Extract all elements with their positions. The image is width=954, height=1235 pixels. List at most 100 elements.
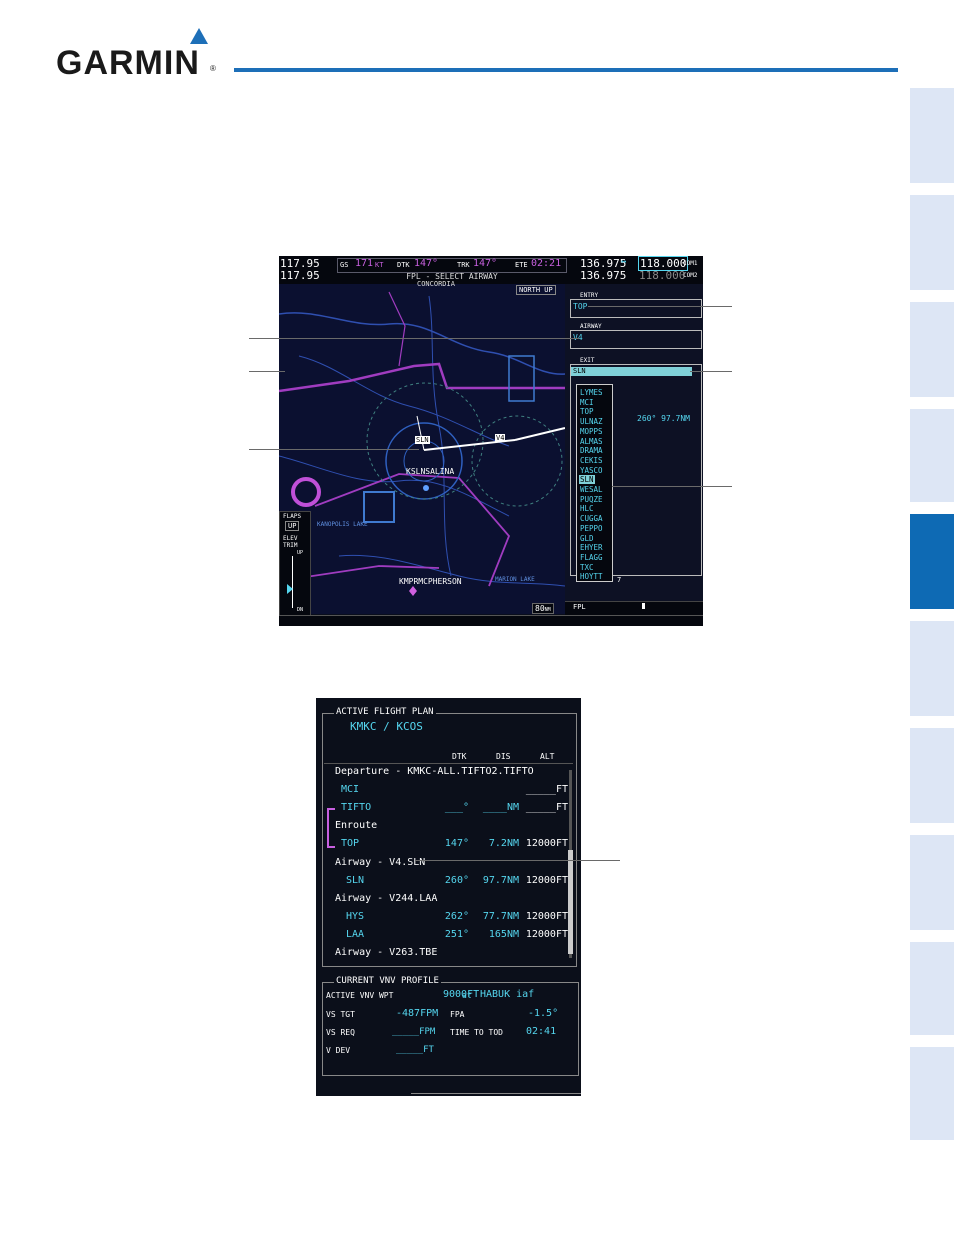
section-tab-active[interactable] [910,514,954,609]
nav1-standby: 117.95 [280,269,320,282]
fpl-waypoint-name[interactable]: MCI [341,784,359,795]
garmin-logo: GARMIN [56,44,200,82]
map-label-sln: SLN [415,436,430,444]
fpl-cell-dis: 7.2NM [488,838,519,850]
fpl-cell-dtk: ___° [444,802,469,814]
active-leg-bracket [327,808,335,848]
section-tab-10[interactable] [910,1047,954,1140]
gs-label: GS [340,261,349,269]
map-label-kanopolis: KANOPOLIS LAKE [317,521,368,528]
waypoint-list-item[interactable]: FLAGG [579,553,604,562]
callout-line-list [612,486,732,487]
waypoint-list-item[interactable]: GLD [579,534,595,543]
exit-waypoint-list[interactable]: LYMES MCI TOP ULNAZ MOPPS ALMAS DRAMA CEKIS YASC… [576,384,613,582]
waypoint-list-item[interactable]: HLC [579,504,595,513]
garmin-logo-triangle [190,28,208,44]
waypoint-list-item[interactable]: TXC [579,563,595,572]
vnv-title: CURRENT VNV PROFILE [334,976,441,986]
vdev-label: V DEV [326,1046,351,1055]
waypoint-list-item[interactable]: WESAL [579,485,604,494]
waypoint-list-item[interactable]: TOP [579,407,595,416]
entry-field-box[interactable] [570,299,702,318]
col-alt: ALT [540,752,555,761]
waypoint-list-item[interactable]: MOPPS [579,427,604,436]
gs-unit: KT [375,261,384,269]
exit-leg-info: 260° 97.7NM [637,414,690,423]
section-tab-8[interactable] [910,835,954,930]
vs-req-label: VS REQ [326,1028,355,1037]
waypoint-list-item[interactable]: PEPPO [579,524,604,533]
fpl-strip-indicator [642,603,645,609]
fpl-strip-label: FPL [573,603,586,611]
fpl-cell-dtk: 147° [444,838,469,850]
fpl-cell-alt: 12000FT [525,928,568,940]
vdev-value: _____FT [396,1045,434,1055]
map-range[interactable]: 80NM [532,603,554,614]
fpl-waypoint-name[interactable]: LAA [346,929,364,940]
fpl-scroll-thumb[interactable] [568,850,573,954]
callout-line-exit [690,371,732,372]
fpl-cell-alt: _____FT [525,784,568,796]
callout-line-entry [588,306,732,307]
waypoint-list-item[interactable]: ULNAZ [579,417,604,426]
waypoint-list-item[interactable]: YASCO [579,466,604,475]
fpa-value: -1.5° [528,1008,559,1019]
fpl-waypoint-name[interactable]: TOP [341,838,359,849]
fpl-segment-header[interactable]: Enroute [335,820,377,831]
fpl-cell-dis: 97.7NM [482,874,519,886]
vs-req-value: _____FPM [392,1027,436,1037]
fpl-cell-alt: 12000FT [525,874,568,886]
fpl-cell-dis: ____NM [482,802,519,814]
col-dtk: DTK [452,752,467,761]
swap-icon[interactable]: ↔ [621,257,626,267]
waypoint-list-item[interactable]: HOYTT [579,572,604,581]
fpl-cell-dis: 77.7NM [482,910,519,922]
fpl-segment-header[interactable]: Airway - V244.LAA [335,893,437,904]
fpl-segment-header[interactable]: Airway - V4.SLN [335,857,425,868]
exit-label: EXIT [579,357,596,364]
section-tab-7[interactable] [910,728,954,823]
gs-value: 171 [355,258,374,269]
trim-scale [292,556,293,608]
active-flight-plan-screenshot: ACTIVE FLIGHT PLAN KMKC / KCOS DTK DIS A… [316,698,581,1096]
section-tab-9[interactable] [910,942,954,1035]
elev-trim-label: ELEV TRIM [283,535,298,549]
waypoint-list-item[interactable]: DRAMA [579,446,604,455]
waypoint-list-item[interactable]: CUGGA [579,514,604,523]
waypoint-list-item[interactable]: LYMES [579,388,604,397]
fpl-cell-dis: 165NM [488,928,519,940]
header-rule [234,68,898,72]
entry-label: ENTRY [579,292,600,299]
airway-field-box[interactable] [570,330,702,349]
list-overflow-number: 7 [617,576,622,584]
waypoint-list-item[interactable]: SLN [579,475,595,485]
waypoint-list-item[interactable]: EHYER [579,543,604,552]
tod-value: 02:41 [526,1026,557,1037]
map-label-marion: MARION LAKE [495,576,535,583]
fpl-cell-alt: 12000FT [525,838,568,850]
softkey-bar [279,615,703,626]
waypoint-list-item[interactable]: PUQZE [579,495,604,504]
entry-value: TOP [573,302,588,311]
fpl-waypoint-name[interactable]: HYS [346,911,364,922]
section-tab-4[interactable] [910,409,954,502]
fpl-cell-dtk: 260° [444,874,469,886]
fpl-waypoint-name[interactable]: TIFTO [341,802,371,813]
north-up-badge[interactable]: NORTH UP [516,285,556,295]
waypoint-list-item[interactable]: ALMAS [579,437,604,446]
map-label-concordia: CONCORDIA [417,280,455,288]
section-tab-1[interactable] [910,88,954,183]
waypoint-list-item[interactable]: CEKIS [579,456,604,465]
map-label-v4: V4 [495,434,506,442]
exit-selected-field[interactable] [571,367,692,376]
section-tab-3[interactable] [910,302,954,397]
section-tab-6[interactable] [910,621,954,716]
col-dis: DIS [496,752,511,761]
fpl-waypoint-name[interactable]: SLN [346,875,364,886]
fpl-segment-header[interactable]: Departure - KMKC-ALL.TIFTO2.TIFTO [335,766,534,777]
trim-up-label: UP [297,550,304,556]
waypoint-list-item[interactable]: MCI [579,398,595,407]
fpl-segment-header[interactable]: Airway - V263.TBE [335,947,437,958]
range-unit: NM [544,607,551,613]
section-tab-2[interactable] [910,195,954,290]
